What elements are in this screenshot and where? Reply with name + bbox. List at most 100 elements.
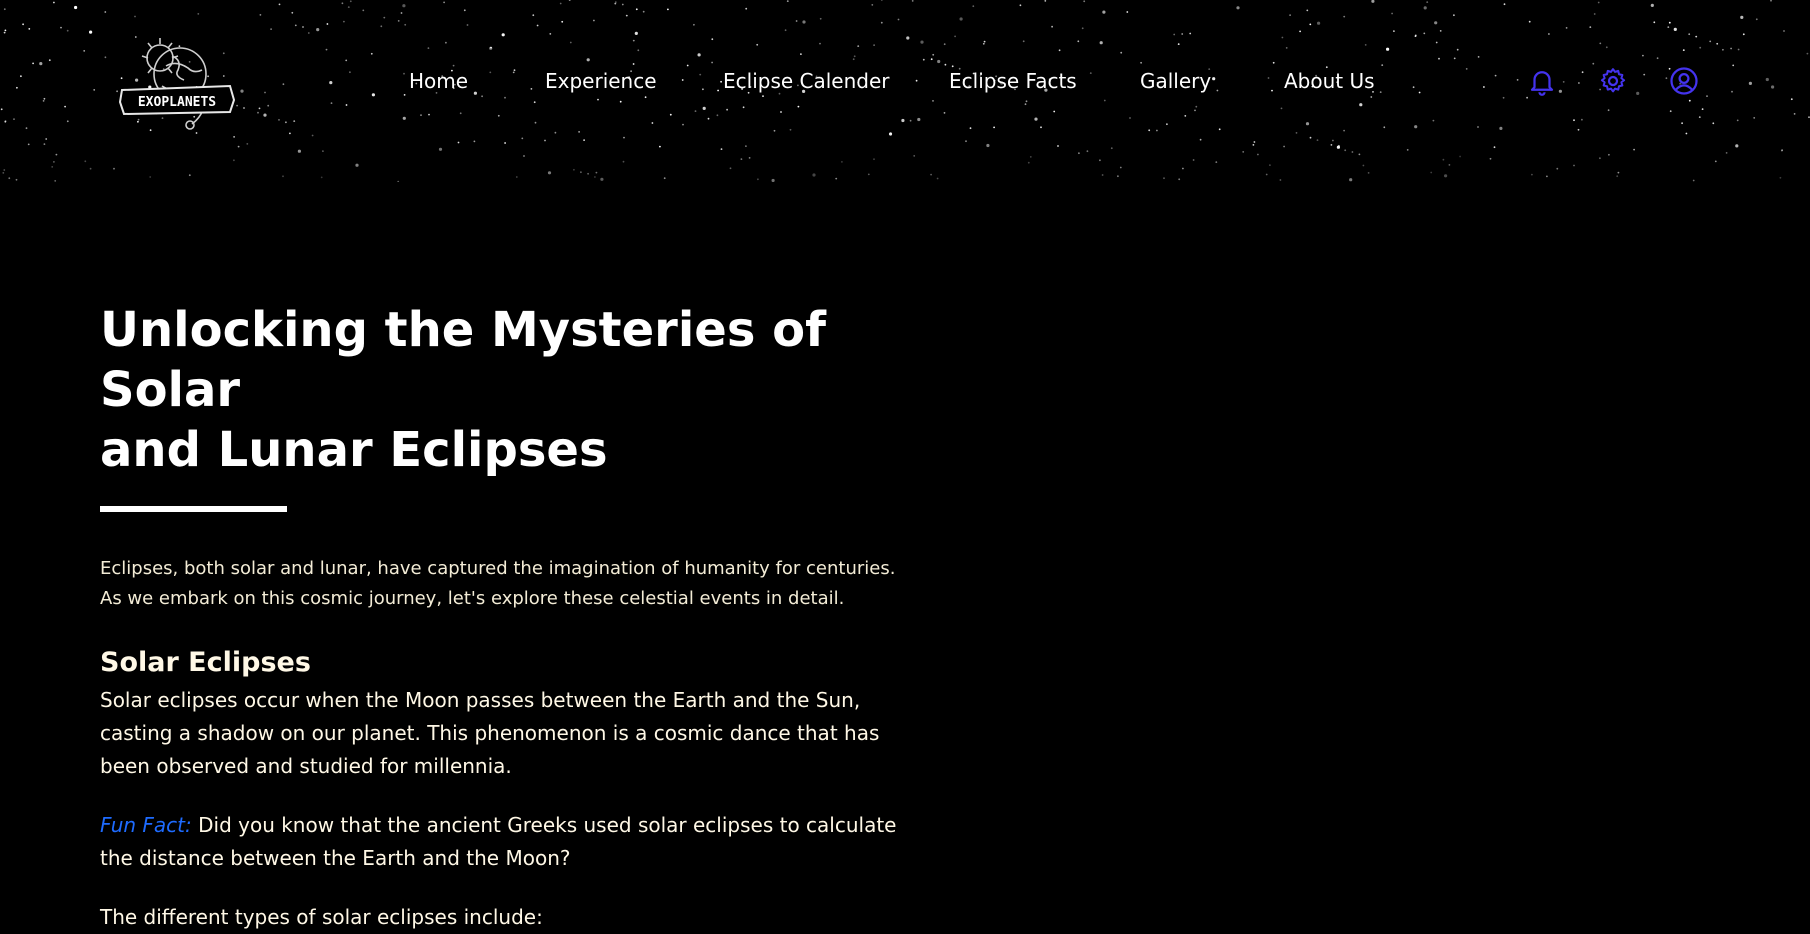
star [1477, 126, 1479, 128]
star [983, 40, 986, 43]
star [233, 136, 236, 138]
star [593, 19, 595, 22]
star [149, 176, 152, 178]
star [745, 7, 748, 10]
star [1253, 141, 1256, 143]
star [1453, 14, 1455, 17]
nav-experience[interactable]: Experience [545, 68, 657, 94]
star [561, 20, 564, 23]
star [278, 3, 281, 6]
star [1444, 174, 1448, 178]
star [113, 167, 115, 170]
star [600, 177, 604, 181]
settings-button[interactable] [1598, 66, 1628, 96]
star [1790, 98, 1793, 101]
star [1439, 30, 1442, 32]
star [473, 140, 476, 143]
title-underline [100, 506, 287, 512]
star [355, 163, 359, 167]
star [1793, 113, 1796, 115]
star [634, 31, 638, 35]
star [42, 100, 45, 102]
star [729, 167, 732, 170]
star [943, 43, 946, 46]
star [873, 158, 875, 161]
star [1083, 0, 1086, 3]
star [812, 173, 816, 177]
nav-gallery[interactable]: Gallery [1140, 68, 1211, 94]
star [1242, 151, 1245, 153]
star [1102, 10, 1106, 14]
star [1616, 175, 1619, 178]
star [880, 21, 883, 24]
star [55, 153, 58, 156]
star [326, 23, 329, 25]
star [663, 177, 666, 180]
star [597, 98, 599, 101]
star [25, 127, 28, 130]
star [1548, 33, 1550, 35]
star [188, 174, 191, 177]
star [1305, 122, 1310, 126]
star [1019, 4, 1022, 7]
star [325, 48, 328, 51]
star [786, 0, 789, 2]
star [932, 100, 934, 102]
page-title-line-2: and Lunar Eclipses [100, 422, 608, 478]
star [270, 28, 272, 30]
notifications-button[interactable] [1527, 66, 1557, 96]
star [427, 47, 430, 49]
star [1280, 107, 1283, 110]
star [316, 28, 320, 32]
star [1058, 49, 1061, 52]
star [1592, 62, 1595, 65]
star [819, 42, 821, 45]
star [1556, 167, 1559, 170]
star [853, 55, 856, 58]
nav-about-us[interactable]: About Us [1284, 68, 1375, 94]
star [1712, 122, 1715, 125]
star [443, 1, 445, 4]
nav-eclipse-facts[interactable]: Eclipse Facts [949, 68, 1077, 94]
star [1338, 144, 1340, 147]
star [789, 128, 792, 131]
star [1195, 105, 1198, 108]
star [1406, 149, 1409, 151]
star [1119, 166, 1122, 169]
star [362, 9, 365, 12]
star [1438, 57, 1440, 60]
star [852, 58, 855, 61]
star [1272, 61, 1275, 64]
star [1358, 153, 1361, 156]
star [1283, 145, 1285, 148]
star [780, 111, 782, 113]
star [64, 105, 66, 108]
star [720, 148, 723, 151]
star [1383, 126, 1386, 129]
nav-home[interactable]: Home [409, 68, 468, 94]
star [1573, 164, 1575, 167]
star [1252, 144, 1255, 146]
star [320, 176, 323, 179]
star [1343, 129, 1345, 132]
star [544, 139, 546, 142]
star [1699, 46, 1702, 49]
star [621, 3, 624, 6]
star [1667, 26, 1670, 28]
star [1359, 103, 1363, 107]
star [1434, 21, 1438, 25]
profile-button[interactable] [1669, 66, 1699, 96]
star [1493, 146, 1496, 149]
gear-icon [1600, 68, 1626, 93]
star [8, 177, 11, 180]
star [913, 155, 916, 157]
star [1126, 11, 1129, 13]
star [667, 8, 669, 11]
nav-eclipse-calender[interactable]: Eclipse Calender [723, 68, 890, 94]
star [682, 123, 684, 126]
star [619, 100, 622, 103]
star [89, 167, 92, 170]
star [1755, 18, 1758, 21]
star [134, 15, 136, 18]
star [711, 61, 713, 64]
